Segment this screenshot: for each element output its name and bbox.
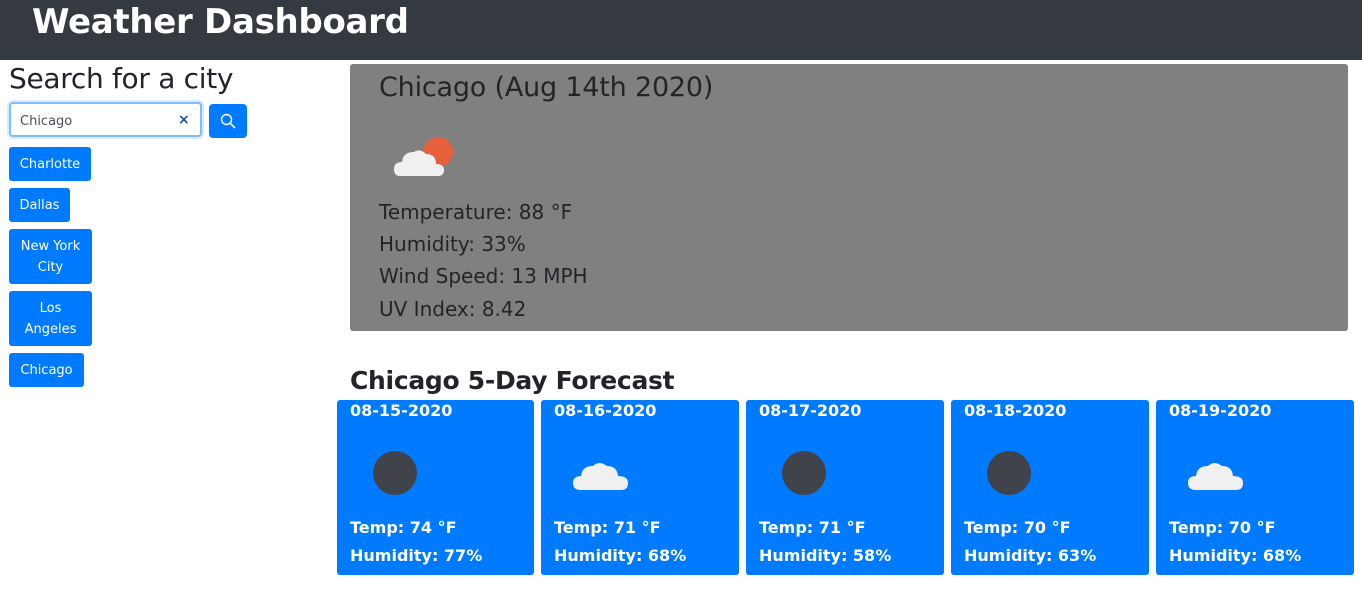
search-icon — [220, 113, 236, 129]
forecast-card: 08-15-2020 Temp: 74 °F Humidity: 77% — [337, 400, 534, 575]
clear-icon[interactable]: × — [178, 110, 190, 130]
forecast-humidity: Humidity: 68% — [554, 546, 687, 565]
current-uv-index: UV Index: 8.42 — [379, 297, 527, 321]
current-title: Chicago (Aug 14th 2020) — [379, 72, 714, 103]
forecast-card: 08-19-2020 Temp: 70 °F Humidity: 68% — [1156, 400, 1354, 575]
moon-icon — [373, 451, 417, 495]
search-button[interactable] — [209, 104, 247, 138]
moon-icon — [782, 451, 826, 495]
cloud-icon — [1188, 463, 1243, 490]
navbar: Weather Dashboard — [0, 0, 1362, 60]
partly-cloudy-icon — [394, 137, 453, 176]
forecast-date: 08-18-2020 — [964, 401, 1067, 420]
forecast-heading: Chicago 5-Day Forecast — [350, 366, 675, 395]
forecast-card: 08-18-2020 Temp: 70 °F Humidity: 63% — [951, 400, 1149, 575]
city-button-los-angeles[interactable]: Los Angeles — [9, 291, 92, 346]
forecast-temp: Temp: 74 °F — [350, 518, 457, 537]
city-button-charlotte[interactable]: Charlotte — [9, 147, 91, 181]
forecast-temp: Temp: 70 °F — [1169, 518, 1276, 537]
forecast-date: 08-15-2020 — [350, 401, 453, 420]
current-temperature: Temperature: 88 °F — [379, 200, 573, 224]
city-button-chicago[interactable]: Chicago — [9, 353, 84, 387]
forecast-temp: Temp: 70 °F — [964, 518, 1071, 537]
forecast-humidity: Humidity: 68% — [1169, 546, 1302, 565]
city-button-dallas[interactable]: Dallas — [9, 188, 70, 222]
forecast-humidity: Humidity: 63% — [964, 546, 1097, 565]
current-humidity: Humidity: 33% — [379, 232, 526, 256]
app-title: Weather Dashboard — [32, 2, 409, 42]
forecast-temp: Temp: 71 °F — [554, 518, 661, 537]
cloud-icon — [573, 463, 628, 490]
search-field[interactable]: × — [9, 102, 202, 137]
forecast-card: 08-17-2020 Temp: 71 °F Humidity: 58% — [746, 400, 944, 575]
moon-icon — [987, 451, 1031, 495]
search-heading: Search for a city — [9, 62, 234, 95]
forecast-card: 08-16-2020 Temp: 71 °F Humidity: 68% — [541, 400, 739, 575]
forecast-date: 08-17-2020 — [759, 401, 862, 420]
search-input[interactable] — [20, 111, 170, 131]
forecast-date: 08-16-2020 — [554, 401, 657, 420]
city-button-new-york-city[interactable]: New York City — [9, 229, 92, 284]
forecast-humidity: Humidity: 58% — [759, 546, 892, 565]
current-wind-speed: Wind Speed: 13 MPH — [379, 264, 588, 288]
forecast-humidity: Humidity: 77% — [350, 546, 483, 565]
forecast-temp: Temp: 71 °F — [759, 518, 866, 537]
current-weather-card: Chicago (Aug 14th 2020) Temperature: 88 … — [350, 64, 1348, 331]
forecast-date: 08-19-2020 — [1169, 401, 1272, 420]
